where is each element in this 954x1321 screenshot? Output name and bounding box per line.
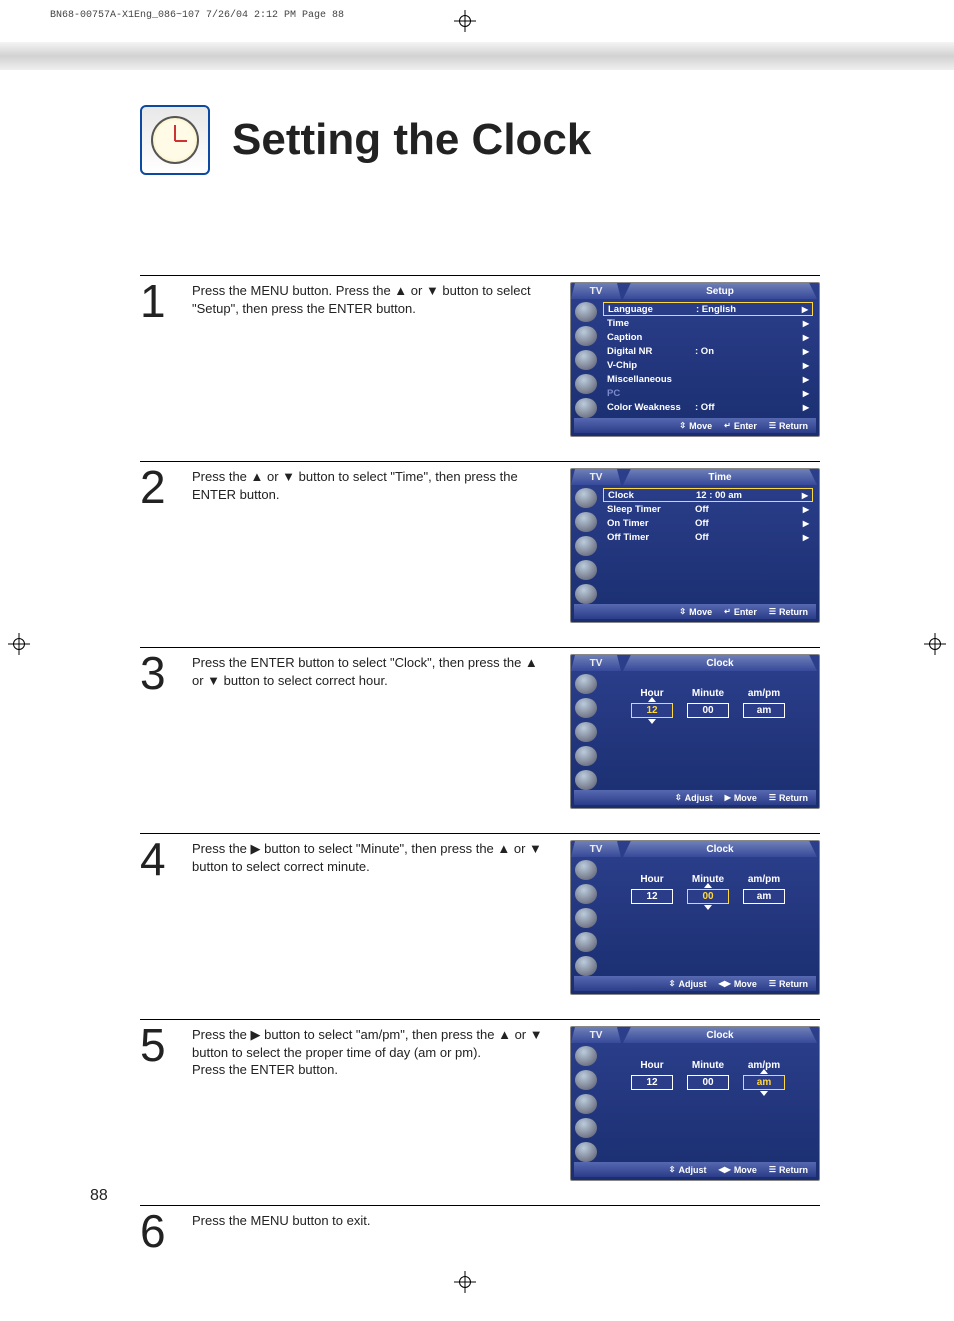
- crop-mark-left: [8, 633, 30, 655]
- osd-footer: ⇳Move ↵Enter ☰Return: [574, 604, 816, 619]
- osd-title: Clock: [623, 841, 817, 857]
- step-text: Press the ENTER button to select "Clock"…: [192, 654, 552, 815]
- osd-row-vchip[interactable]: V-Chip▶: [603, 358, 813, 372]
- label-ampm: am/pm: [743, 688, 785, 699]
- step-number: 1: [140, 282, 174, 443]
- step-1: 1 Press the MENU button. Press the ▲ or …: [140, 275, 820, 443]
- leftright-icon: ◀▶: [719, 979, 731, 988]
- osd-footer: ⇳Move ↵Enter ☰Return: [574, 418, 816, 433]
- updown-icon: ⇳: [679, 421, 686, 430]
- osd-clock-hour: TV Clock Hour Minute am/pm: [570, 654, 820, 809]
- label-hour: Hour: [631, 1060, 673, 1071]
- osd-row-digitalnr[interactable]: Digital NR: On▶: [603, 344, 813, 358]
- label-minute: Minute: [687, 688, 729, 699]
- header-gradient: [0, 42, 954, 70]
- step-3: 3 Press the ENTER button to select "Cloc…: [140, 647, 820, 815]
- step-number: 5: [140, 1026, 174, 1187]
- osd-row-clock[interactable]: Clock12 : 00 am▶: [603, 488, 813, 502]
- value-hour[interactable]: 12: [631, 889, 673, 904]
- step-number: 6: [140, 1212, 174, 1265]
- osd-row-language[interactable]: Language: English▶: [603, 302, 813, 316]
- return-icon: ☰: [769, 1165, 776, 1174]
- clock-icon: [140, 105, 210, 175]
- step-number: 4: [140, 840, 174, 1001]
- step-text: Press the ▲ or ▼ button to select "Time"…: [192, 468, 552, 629]
- step-6: 6 Press the MENU button to exit.: [140, 1205, 820, 1265]
- value-hour[interactable]: 12: [631, 703, 673, 718]
- osd-sidebar-icons: [571, 485, 601, 604]
- osd-row-sleeptimer[interactable]: Sleep TimerOff▶: [603, 502, 813, 516]
- osd-row-pc: PC▶: [603, 386, 813, 400]
- osd-sidebar-icons: [571, 299, 601, 418]
- value-hour[interactable]: 12: [631, 1075, 673, 1090]
- value-minute[interactable]: 00: [687, 889, 729, 904]
- step-text: Press the MENU button. Press the ▲ or ▼ …: [192, 282, 552, 443]
- osd-title: Time: [623, 469, 817, 485]
- osd-row-offtimer[interactable]: Off TimerOff▶: [603, 530, 813, 544]
- crop-mark-right: [924, 633, 946, 655]
- return-icon: ☰: [769, 421, 776, 430]
- osd-sidebar-icons: [571, 1043, 601, 1162]
- value-ampm[interactable]: am: [743, 703, 785, 718]
- leftright-icon: ◀▶: [719, 1165, 731, 1174]
- return-icon: ☰: [769, 607, 776, 616]
- updown-icon: ⇳: [679, 607, 686, 616]
- step-4: 4 Press the ▶ button to select "Minute",…: [140, 833, 820, 1001]
- step-text: Press the ▶ button to select "Minute", t…: [192, 840, 552, 1001]
- osd-setup: TV Setup Language: English▶ Time▶ Captio…: [570, 282, 820, 437]
- label-hour: Hour: [631, 874, 673, 885]
- updown-icon: ⇳: [669, 979, 676, 988]
- osd-footer: ⇳Adjust ◀▶Move ☰Return: [574, 1162, 816, 1177]
- osd-title: Setup: [623, 283, 817, 299]
- osd-footer: ⇳Adjust ◀▶Move ☰Return: [574, 976, 816, 991]
- value-minute[interactable]: 00: [687, 703, 729, 718]
- step-5: 5 Press the ▶ button to select "am/pm", …: [140, 1019, 820, 1187]
- enter-icon: ↵: [724, 607, 731, 616]
- updown-icon: ⇳: [669, 1165, 676, 1174]
- label-ampm: am/pm: [743, 874, 785, 885]
- page-number: 88: [90, 1187, 108, 1205]
- step-number: 3: [140, 654, 174, 815]
- osd-clock-minute: TV Clock Hour Minute am/pm: [570, 840, 820, 995]
- osd-tv-label: TV: [571, 469, 621, 485]
- right-icon: ▶: [725, 793, 731, 802]
- updown-icon: ⇳: [675, 793, 682, 802]
- osd-sidebar-icons: [571, 671, 601, 790]
- label-minute: Minute: [687, 1060, 729, 1071]
- osd-tv-label: TV: [571, 1027, 621, 1043]
- value-minute[interactable]: 00: [687, 1075, 729, 1090]
- value-ampm[interactable]: am: [743, 1075, 785, 1090]
- osd-row-misc[interactable]: Miscellaneous▶: [603, 372, 813, 386]
- return-icon: ☰: [769, 979, 776, 988]
- osd-title: Clock: [623, 655, 817, 671]
- step-2: 2 Press the ▲ or ▼ button to select "Tim…: [140, 461, 820, 629]
- osd-row-caption[interactable]: Caption▶: [603, 330, 813, 344]
- meta-header: BN68-00757A-X1Eng_086~107 7/26/04 2:12 P…: [50, 10, 344, 21]
- step-text: Press the ▶ button to select "am/pm", th…: [192, 1026, 552, 1187]
- osd-row-time[interactable]: Time▶: [603, 316, 813, 330]
- osd-footer: ⇳Adjust ▶Move ☰Return: [574, 790, 816, 805]
- osd-time: TV Time Clock12 : 00 am▶ Sleep TimerOff▶…: [570, 468, 820, 623]
- osd-sidebar-icons: [571, 857, 601, 976]
- osd-title: Clock: [623, 1027, 817, 1043]
- osd-tv-label: TV: [571, 655, 621, 671]
- page-title: Setting the Clock: [232, 115, 591, 165]
- osd-tv-label: TV: [571, 841, 621, 857]
- crop-mark-top: [454, 10, 476, 32]
- osd-row-ontimer[interactable]: On TimerOff▶: [603, 516, 813, 530]
- step-number: 2: [140, 468, 174, 629]
- step-text: Press the MENU button to exit.: [192, 1212, 552, 1265]
- osd-tv-label: TV: [571, 283, 621, 299]
- steps-list: 1 Press the MENU button. Press the ▲ or …: [140, 275, 820, 1265]
- enter-icon: ↵: [724, 421, 731, 430]
- return-icon: ☰: [769, 793, 776, 802]
- value-ampm[interactable]: am: [743, 889, 785, 904]
- osd-row-colorweakness[interactable]: Color Weakness: Off▶: [603, 400, 813, 414]
- osd-clock-ampm: TV Clock Hour Minute am/pm: [570, 1026, 820, 1181]
